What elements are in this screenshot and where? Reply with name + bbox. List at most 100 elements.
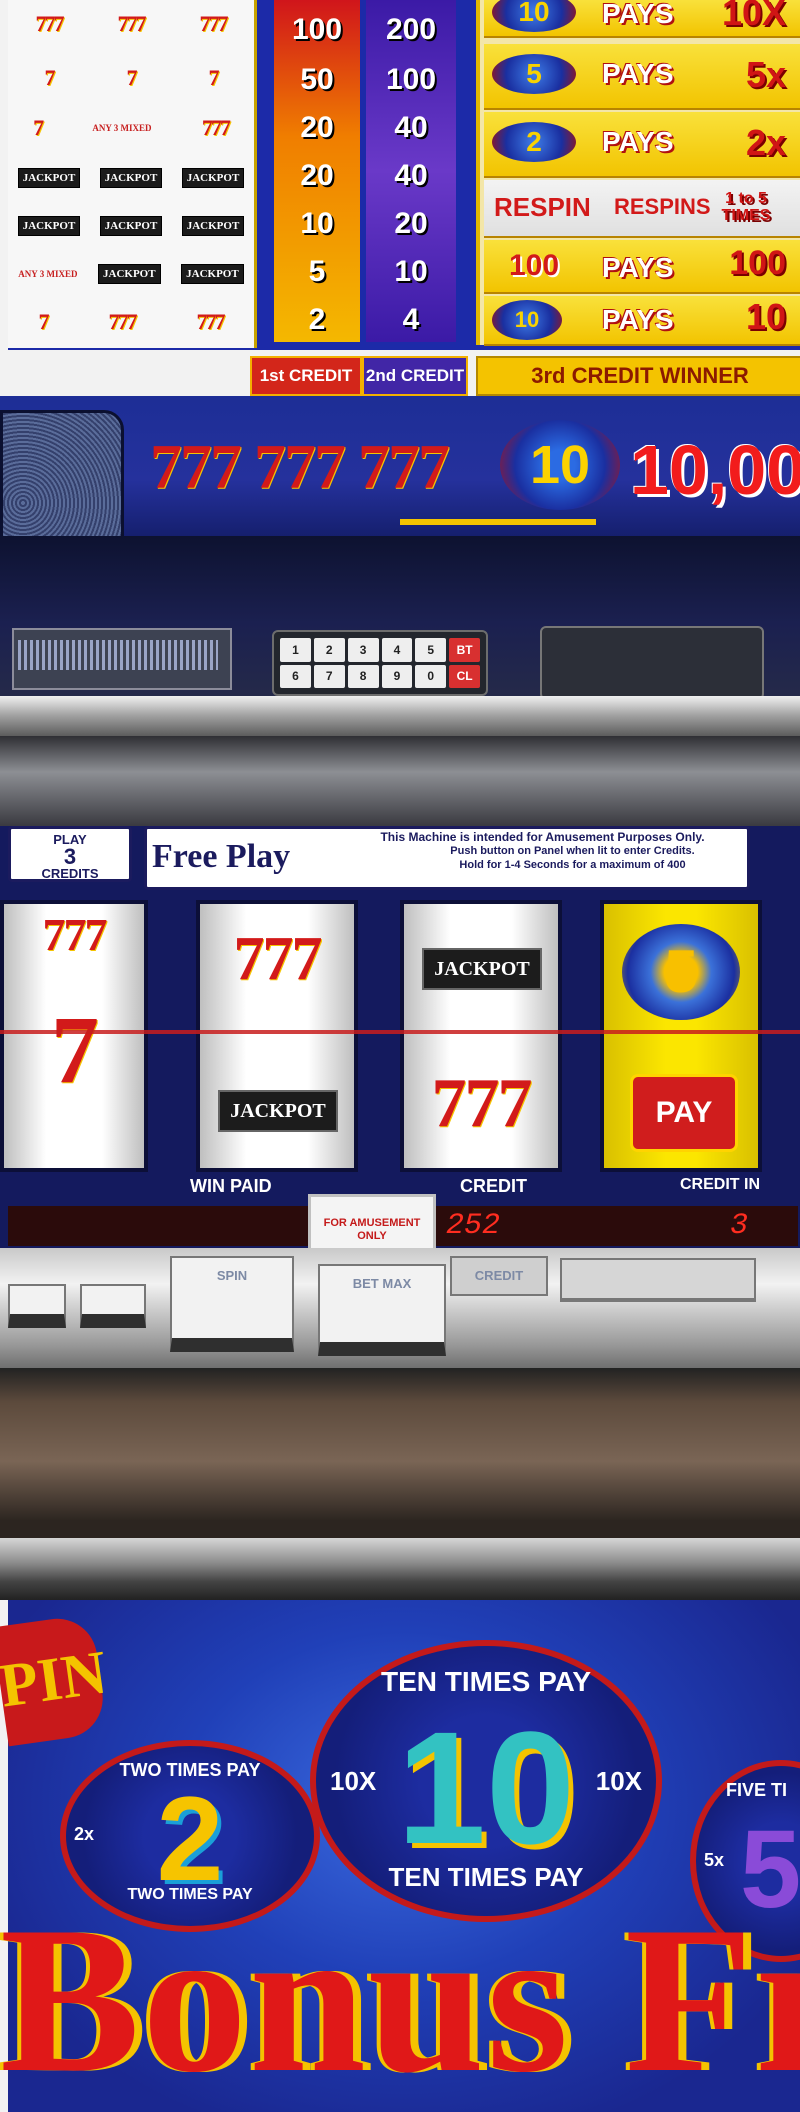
spin-button[interactable]: SPIN bbox=[170, 1256, 294, 1352]
respin-label: RESPIN bbox=[494, 192, 591, 222]
ten-times-pay-badge: TEN TIMES PAY 10 TEN TIMES PAY 10X 10X bbox=[310, 1640, 662, 1922]
notice-line: This Machine is intended for Amusement P… bbox=[380, 830, 705, 844]
pay-value: 40 bbox=[394, 111, 428, 144]
reel-2: 777 JACKPOT bbox=[196, 900, 358, 1172]
pay-value: 20 bbox=[394, 207, 428, 240]
combo-symbol: JACKPOT bbox=[181, 168, 245, 188]
reel-symbol: JACKPOT bbox=[218, 1090, 338, 1132]
reel-3: JACKPOT 777 bbox=[400, 900, 562, 1172]
combo-symbol: 777 bbox=[117, 11, 147, 36]
keypad-key[interactable]: 2 bbox=[313, 638, 345, 662]
badge-side-text: 2x bbox=[74, 1824, 95, 1844]
banner-jackpot-amount: 10,00 bbox=[630, 431, 800, 509]
combo-symbol: 777 bbox=[201, 115, 231, 140]
credit-in-label: CREDIT IN bbox=[680, 1176, 760, 1193]
bonus-multiplier: 10X bbox=[721, 0, 786, 33]
banner-sevens: 777 777 777 bbox=[150, 431, 450, 502]
reel-symbol: PAY bbox=[630, 1074, 738, 1152]
bet-max-button[interactable]: BET MAX bbox=[318, 1264, 446, 1356]
combo-row: 7 7 7 bbox=[8, 54, 254, 102]
reel-4: 5 PAY bbox=[600, 900, 762, 1172]
notice-text: This Machine is intended for Amusement P… bbox=[345, 830, 740, 872]
first-credit-column: 100 50 20 20 10 5 2 bbox=[274, 0, 360, 342]
slot-machine-photo: 777 777 777 7 7 7 7 ANY 3 MIXED 777 JACK… bbox=[0, 0, 800, 2112]
combo-symbol: JACKPOT bbox=[17, 216, 81, 236]
combo-symbol: JACKPOT bbox=[181, 216, 245, 236]
keypad-key[interactable]: BT bbox=[449, 638, 480, 662]
pay-value: 50 bbox=[300, 63, 334, 96]
pay-value: 100 bbox=[291, 13, 343, 46]
keypad-key[interactable]: 9 bbox=[381, 664, 413, 688]
payline bbox=[0, 1030, 800, 1034]
keypad-key[interactable]: 5 bbox=[415, 638, 447, 662]
chrome-trim bbox=[0, 736, 800, 826]
credit-meter: 252 bbox=[446, 1209, 501, 1243]
reel-1: 777 7 bbox=[0, 900, 148, 1172]
deck-panel-button[interactable] bbox=[560, 1258, 756, 1302]
bonus-pays-label: PAYS bbox=[602, 304, 674, 335]
pay-value: 100 bbox=[385, 63, 437, 96]
third-credit-label: 3rd CREDIT WINNER bbox=[476, 356, 800, 396]
small-button[interactable] bbox=[8, 1284, 66, 1328]
keypad-key[interactable]: 8 bbox=[347, 664, 379, 688]
combo-row: 7 777 777 bbox=[8, 298, 254, 346]
bonus-pays-label: PAYS bbox=[602, 252, 674, 283]
bonus-multiplier: 10 bbox=[745, 296, 786, 337]
keypad-key[interactable]: 7 bbox=[313, 664, 345, 688]
banner-ten-times-badge: 10 bbox=[500, 420, 620, 510]
bonus-badge: 5 bbox=[492, 54, 576, 94]
bonus-multiplier: 5x bbox=[745, 54, 786, 95]
bonus-multiplier: 1 to 5 TIMES bbox=[721, 190, 771, 224]
pay-value: 20 bbox=[300, 159, 334, 192]
bonus-free-title: Bonus Fre bbox=[0, 1884, 800, 2112]
second-credit-label: 2nd CREDIT bbox=[362, 356, 468, 396]
small-button[interactable] bbox=[80, 1284, 146, 1328]
combo-symbol: JACKPOT bbox=[17, 168, 81, 188]
keypad-key[interactable]: 1 bbox=[280, 638, 311, 662]
bonus-row: 10 PAYS 10 bbox=[484, 296, 800, 346]
credit-label: CREDIT bbox=[460, 1176, 527, 1196]
coin-tray bbox=[0, 1368, 800, 1538]
badge-top-text: FIVE TI bbox=[726, 1780, 788, 1800]
credit-button[interactable]: CREDIT bbox=[450, 1256, 548, 1296]
keypad-key[interactable]: 3 bbox=[347, 638, 379, 662]
combo-row: JACKPOT JACKPOT JACKPOT bbox=[8, 154, 254, 202]
reel-symbol: JACKPOT bbox=[422, 948, 542, 990]
keypad-key[interactable]: 6 bbox=[280, 664, 311, 688]
keypad-key[interactable]: CL bbox=[449, 664, 480, 688]
combo-symbol: 777 bbox=[35, 11, 65, 36]
notice-line: Push button on Panel when lit to enter C… bbox=[450, 845, 695, 857]
bonus-badge: 10 bbox=[492, 0, 576, 32]
bonus-row: RESPIN RESPINS 1 to 5 TIMES bbox=[484, 180, 800, 238]
card-reader[interactable] bbox=[540, 626, 764, 700]
bonus-row: 5 PAYS 5x bbox=[484, 44, 800, 110]
notice-line: Hold for 1-4 Seconds for a maximum of 40… bbox=[459, 859, 686, 871]
free-play-label: Free Play bbox=[152, 838, 291, 875]
bonus-badge: 10 bbox=[492, 300, 562, 340]
respins-label: RESPINS bbox=[614, 194, 711, 219]
pay-value: 2 bbox=[308, 303, 326, 336]
combo-symbol: 7 bbox=[33, 115, 44, 140]
combo-symbol: JACKPOT bbox=[181, 264, 244, 284]
reel-symbol: 777 bbox=[431, 1065, 533, 1142]
combo-row: 7 ANY 3 MIXED 777 bbox=[8, 104, 254, 152]
keypad-key[interactable]: 4 bbox=[381, 638, 413, 662]
bonus-badge: 2 bbox=[492, 122, 576, 162]
keypad-key[interactable]: 0 bbox=[415, 664, 447, 688]
combo-note: ANY 3 MIXED bbox=[18, 269, 78, 279]
bonus-multiplier: 2x bbox=[745, 122, 786, 163]
combo-note: ANY 3 MIXED bbox=[92, 123, 152, 133]
pay-value: 10 bbox=[300, 207, 334, 240]
combo-symbol: 7 bbox=[44, 65, 56, 90]
badge-side-text: 10X bbox=[595, 1766, 642, 1796]
second-credit-column: 200 100 40 40 20 10 4 bbox=[366, 0, 456, 342]
combo-symbol: 7 bbox=[208, 65, 220, 90]
bonus-pays-label: PAYS bbox=[602, 126, 674, 157]
bill-acceptor-slot bbox=[18, 640, 218, 670]
combo-symbol: 777 bbox=[196, 309, 226, 334]
reel-symbol: 777 bbox=[233, 925, 323, 993]
pay-value: 5 bbox=[308, 255, 326, 288]
play-number: 3 bbox=[63, 844, 77, 869]
keypad: 1 2 3 4 5 BT 6 7 8 9 0 CL bbox=[272, 630, 488, 696]
reel-symbol: 5 bbox=[622, 924, 740, 1020]
